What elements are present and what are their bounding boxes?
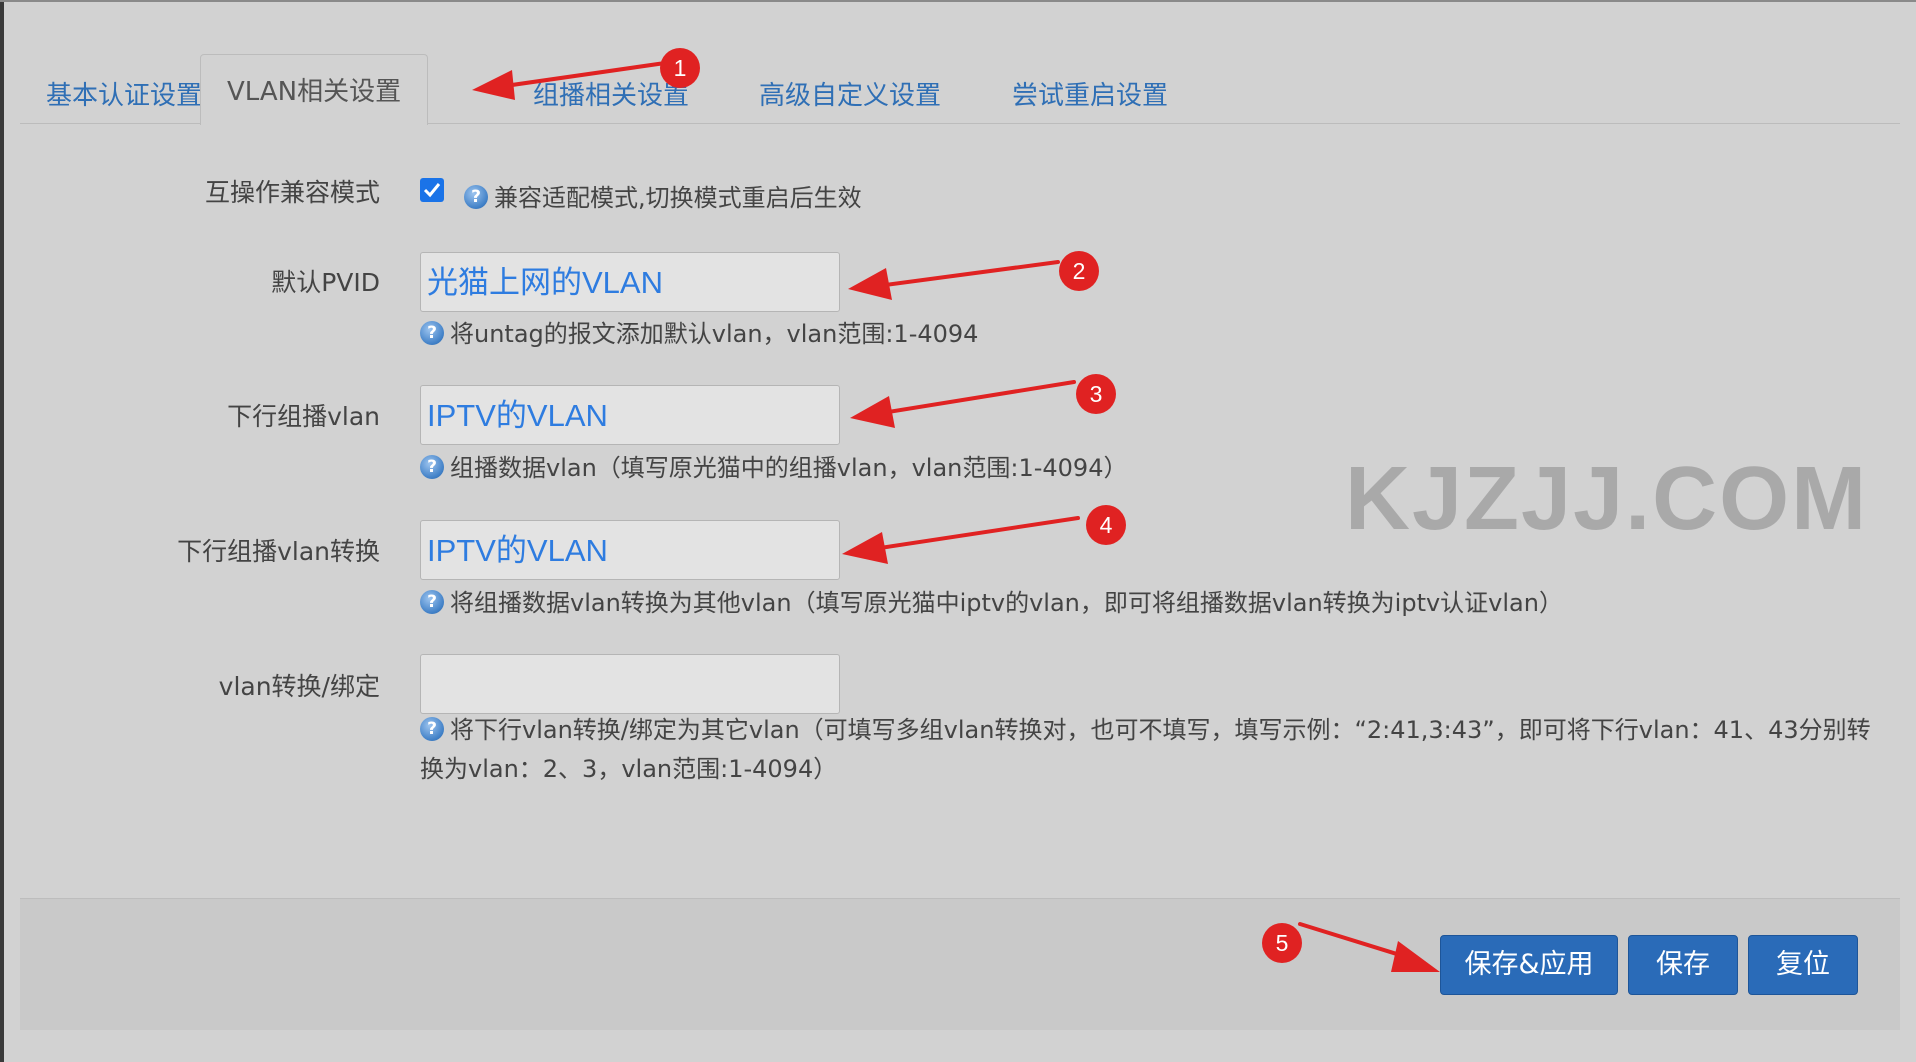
watermark: KJZJJ.COM (1345, 449, 1869, 549)
annotation-marker-1: 1 (660, 48, 700, 88)
vlan-translate-bind-input[interactable] (420, 654, 840, 714)
multicast-vlan-help: ? 组播数据vlan（填写原光猫中的组播vlan，vlan范围:1-4094） (420, 448, 1127, 483)
arrow-4-head (842, 532, 888, 564)
help-icon: ? (420, 717, 444, 741)
multicast-vlan-label: 下行组播vlan (227, 402, 380, 431)
tab-vlan[interactable]: VLAN相关设置 (200, 54, 429, 125)
default-pvid-input[interactable]: 光猫上网的VLAN (420, 252, 840, 312)
window-left-edge (0, 0, 4, 1062)
window-top-edge (0, 0, 1916, 2)
checkmark-icon (423, 183, 441, 198)
annotation-marker-4: 4 (1086, 505, 1126, 545)
tab-basic-auth[interactable]: 基本认证设置 (20, 72, 228, 124)
arrow-3-head (850, 396, 895, 428)
interop-mode-help: ? 兼容适配模式,切换模式重启后生效 (464, 178, 862, 213)
save-button[interactable]: 保存 (1628, 935, 1738, 995)
multicast-vlan-translate-help: ? 将组播数据vlan转换为其他vlan（填写原光猫中iptv的vlan，即可将组… (420, 583, 1563, 618)
help-icon: ? (420, 455, 444, 479)
tab-bar: 基本认证设置 VLAN相关设置 组播相关设置 高级自定义设置 尝试重启设置 (20, 52, 1900, 125)
vlan-translate-bind-help: ? 将下行vlan转换/绑定为其它vlan（可填写多组vlan转换对，也可不填写，… (420, 711, 1880, 789)
help-icon: ? (420, 321, 444, 345)
arrow-2-line (883, 260, 1060, 287)
multicast-vlan-help-text: 组播数据vlan（填写原光猫中的组播vlan，vlan范围:1-4094） (450, 454, 1128, 482)
annotation-marker-2: 2 (1059, 251, 1099, 291)
help-icon: ? (464, 185, 488, 209)
annotation-marker-5: 5 (1262, 923, 1302, 963)
annotation-marker-3: 3 (1076, 374, 1116, 414)
save-apply-button[interactable]: 保存&应用 (1440, 935, 1618, 995)
tab-restart[interactable]: 尝试重启设置 (986, 72, 1194, 124)
help-icon: ? (420, 590, 444, 614)
vlan-translate-bind-help-text: 将下行vlan转换/绑定为其它vlan（可填写多组vlan转换对，也可不填写，填… (420, 716, 1871, 783)
interop-mode-help-text: 兼容适配模式,切换模式重启后生效 (494, 184, 862, 212)
default-pvid-label: 默认PVID (271, 268, 380, 297)
tab-advanced[interactable]: 高级自定义设置 (733, 72, 967, 124)
action-bar (20, 898, 1900, 1030)
interop-mode-checkbox[interactable] (420, 178, 444, 202)
arrow-3-line (886, 380, 1076, 414)
reset-button[interactable]: 复位 (1748, 935, 1858, 995)
arrow-4-line (878, 516, 1080, 550)
multicast-vlan-input[interactable]: IPTV的VLAN (420, 385, 840, 445)
interop-mode-label: 互操作兼容模式 (204, 178, 380, 207)
vlan-translate-bind-label: vlan转换/绑定 (218, 672, 380, 701)
multicast-vlan-translate-help-text: 将组播数据vlan转换为其他vlan（填写原光猫中iptv的vlan，即可将组播… (450, 589, 1563, 617)
default-pvid-help: ? 将untag的报文添加默认vlan，vlan范围:1-4094 (420, 314, 978, 349)
multicast-vlan-translate-input[interactable]: IPTV的VLAN (420, 520, 840, 580)
multicast-vlan-translate-label: 下行组播vlan转换 (177, 537, 380, 566)
arrow-2-head (848, 268, 892, 300)
default-pvid-help-text: 将untag的报文添加默认vlan，vlan范围:1-4094 (450, 320, 979, 348)
